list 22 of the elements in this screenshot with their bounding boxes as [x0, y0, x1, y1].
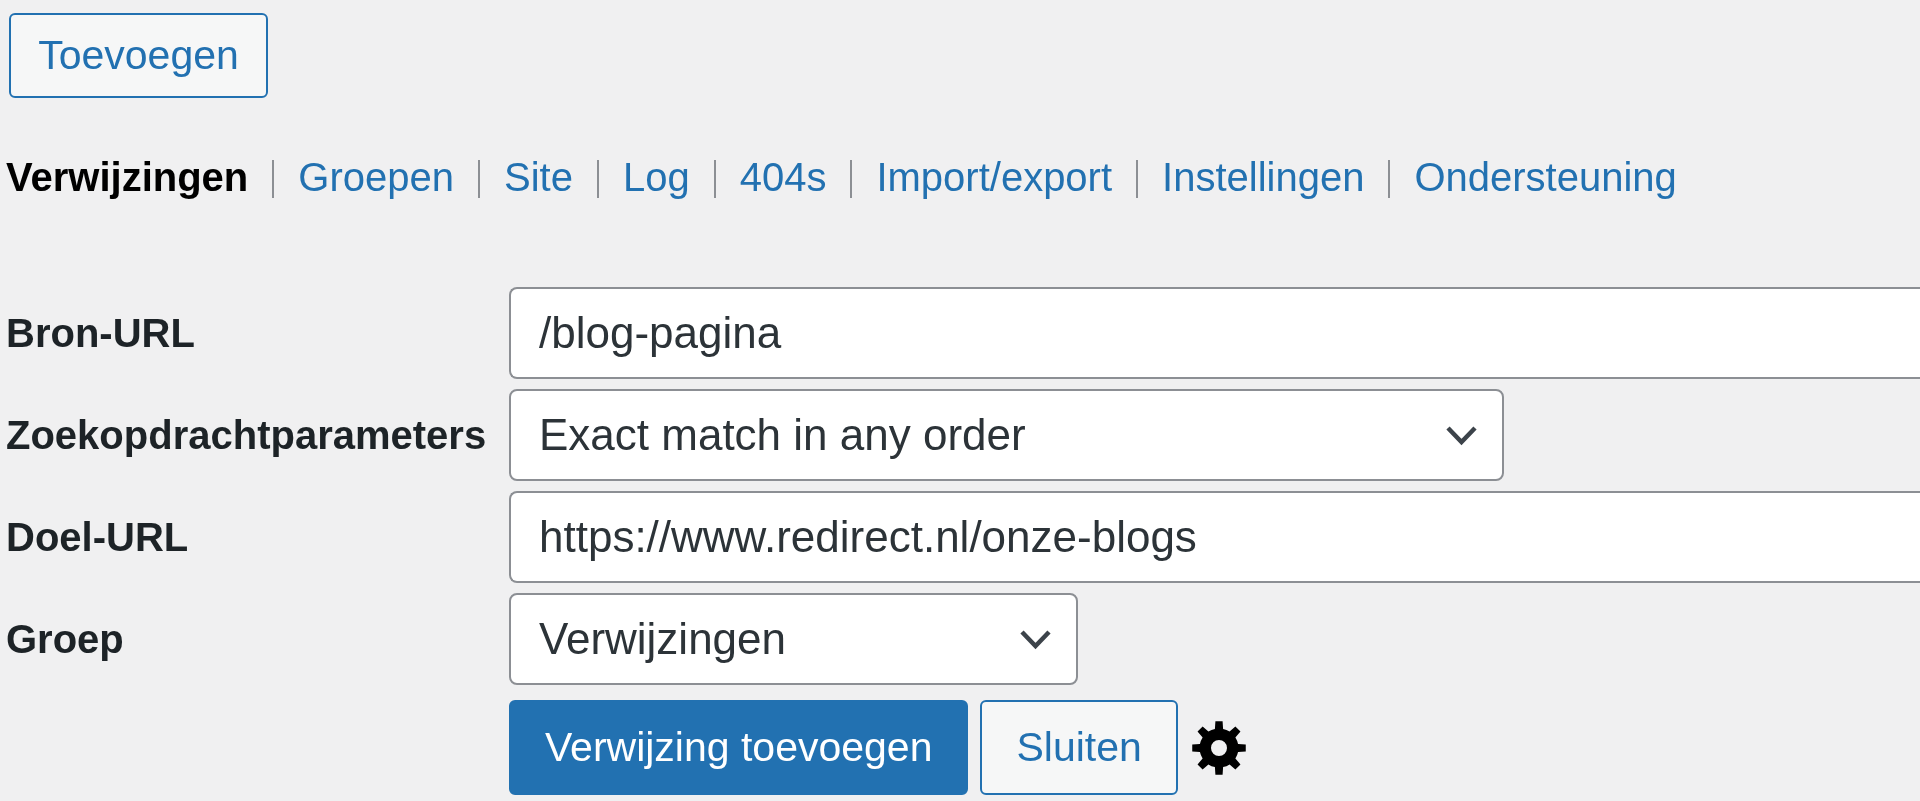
field-label: Groep — [5, 616, 124, 662]
nav-link[interactable]: Import/export — [876, 152, 1113, 202]
nav-link[interactable]: 404s — [739, 152, 827, 202]
nav-link[interactable]: Ondersteuning — [1414, 152, 1677, 202]
settings-icon[interactable] — [1191, 720, 1246, 775]
field-label: Zoekopdrachtparameters — [5, 412, 487, 458]
chevron-down-icon — [1019, 628, 1052, 650]
add-button[interactable]: Toevoegen — [9, 13, 268, 98]
field-label: Doel-URL — [5, 514, 189, 560]
dropdown[interactable]: Verwijzingen — [509, 593, 1078, 685]
submit-button[interactable]: Verwijzing toevoegen — [509, 700, 969, 795]
nav-link[interactable]: Log — [622, 152, 690, 202]
chevron-down-icon — [1445, 424, 1478, 446]
nav-link[interactable]: Site — [503, 152, 573, 202]
nav-link[interactable]: Verwijzingen — [6, 152, 249, 202]
nav-link[interactable]: Groepen — [298, 152, 454, 202]
close-button[interactable]: Sluiten — [980, 700, 1178, 795]
text-field[interactable]: https://www.redirect.nl/onze-blogs — [509, 491, 1920, 583]
nav-link[interactable]: Instellingen — [1162, 152, 1365, 202]
text-field[interactable]: /blog-pagina — [509, 287, 1920, 379]
dropdown[interactable]: Exact match in any order — [509, 389, 1504, 481]
field-label: Bron-URL — [5, 310, 195, 356]
